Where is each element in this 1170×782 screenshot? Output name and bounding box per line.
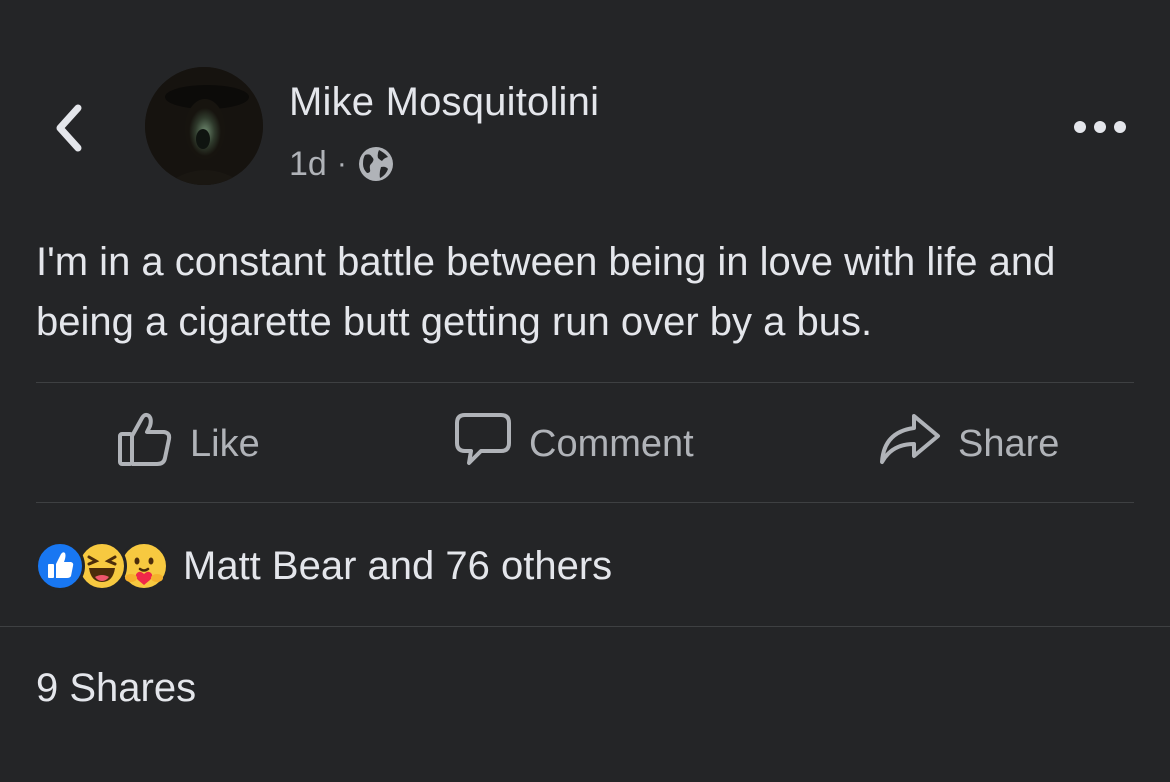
share-arrow-icon	[878, 410, 942, 478]
more-options-button[interactable]	[1070, 110, 1130, 144]
shares-count[interactable]: 9 Shares	[36, 666, 196, 711]
comment-label: Comment	[529, 422, 694, 465]
divider-middle	[36, 502, 1134, 503]
post-text: I'm in a constant battle between being i…	[36, 240, 1056, 344]
author-name[interactable]: Mike Mosquitolini	[289, 80, 599, 125]
share-label: Share	[958, 422, 1060, 465]
like-label: Like	[190, 422, 260, 465]
avatar[interactable]	[145, 67, 263, 185]
like-reaction-icon	[35, 541, 85, 591]
comment-button[interactable]: Comment	[453, 410, 694, 478]
reactions-summary[interactable]: Matt Bear and 76 others	[35, 538, 612, 594]
comment-bubble-icon	[453, 409, 513, 479]
divider-top	[36, 382, 1134, 383]
share-button[interactable]: Share	[878, 410, 1059, 478]
post-timestamp[interactable]: 1d	[289, 145, 327, 184]
reactions-summary-text: Matt Bear and 76 others	[183, 543, 613, 588]
post-meta: 1d ·	[289, 142, 395, 186]
thumbs-up-icon	[116, 410, 174, 478]
chevron-left-icon	[56, 104, 82, 152]
globe-icon	[357, 145, 395, 183]
back-button[interactable]	[48, 98, 92, 158]
meta-separator: ·	[336, 147, 347, 180]
ellipsis-icon	[1074, 121, 1126, 133]
divider-bottom	[0, 626, 1170, 627]
like-button[interactable]: Like	[116, 410, 260, 478]
profile-photo	[145, 67, 263, 185]
